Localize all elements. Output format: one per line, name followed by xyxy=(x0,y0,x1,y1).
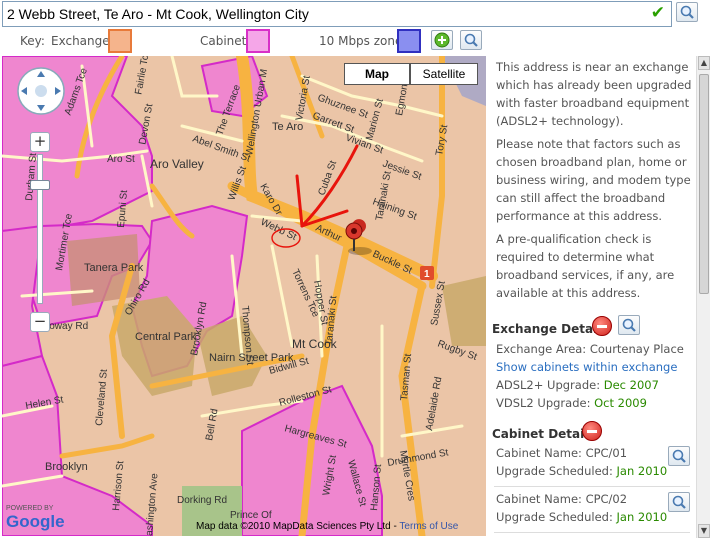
cabinet-name-label: Cabinet Name: xyxy=(496,492,582,506)
zone-swatch xyxy=(397,29,421,53)
terms-of-use-link[interactable]: Terms of Use xyxy=(399,521,458,532)
cabinet-divider xyxy=(494,486,690,487)
exchange-area-label: Exchange Area: xyxy=(496,342,587,356)
vdsl-upgrade: VDSL2 Upgrade: Oct 2009 xyxy=(496,396,647,410)
exchange-swatch xyxy=(108,29,132,53)
scroll-up-arrow-icon[interactable]: ▲ xyxy=(698,56,710,70)
map-label: Aro St xyxy=(107,154,135,165)
powered-by-label: POWERED BY xyxy=(6,505,54,512)
map-type-satellite-button[interactable]: Satellite xyxy=(410,63,478,85)
zoom-slider-handle[interactable] xyxy=(30,180,50,190)
google-wordmark: Google xyxy=(6,512,65,531)
cabinet-upgrade-value: Jan 2010 xyxy=(616,510,668,524)
intro-paragraph-3: A pre-qualification check is required to… xyxy=(496,232,675,300)
cabinet-name-value: CPC/01 xyxy=(585,446,628,460)
adsl-upgrade: ADSL2+ Upgrade: Dec 2007 xyxy=(496,378,659,392)
adsl-upgrade-label: ADSL2+ Upgrade: xyxy=(496,378,601,392)
cabinet-upgrade-value: Jan 2010 xyxy=(616,464,668,478)
address-value[interactable]: 2 Webb Street, Te Aro - Mt Cook, Welling… xyxy=(7,6,309,22)
info-panel: This address is near an exchange which h… xyxy=(490,56,696,538)
cabinet-swatch xyxy=(246,29,270,53)
key-zone-label: 10 Mbps zone xyxy=(319,34,403,48)
zoom-exchange-button[interactable] xyxy=(618,315,640,335)
map-label: Central Park xyxy=(135,331,197,343)
zoom-in-button[interactable]: + xyxy=(30,132,50,152)
map-key: Key: Exchange Cabinet 10 Mbps zone xyxy=(0,29,710,55)
show-cabinets-link[interactable]: Show cabinets within exchange xyxy=(496,360,677,374)
key-exchange-label: Exchange xyxy=(51,34,110,48)
pan-icon xyxy=(17,67,65,115)
cabinet-name-value: CPC/02 xyxy=(585,492,628,506)
search-button[interactable] xyxy=(676,2,698,22)
magnifier-icon xyxy=(680,5,694,19)
cabinet-name-label: Cabinet Name: xyxy=(496,446,582,460)
map-label: Te Aro xyxy=(272,121,303,133)
map-view[interactable]: Adams Tce Fairlie Tce Devon St Aro St Ar… xyxy=(2,56,486,536)
plus-icon xyxy=(434,32,450,48)
cabinet-upgrade-label: Upgrade Scheduled: xyxy=(496,510,613,524)
cabinet-upgrade: Upgrade Scheduled: Jan 2010 xyxy=(496,464,667,478)
cabinet-divider xyxy=(494,532,690,533)
map-label: Brooklyn xyxy=(45,461,88,473)
map-label: Mt Cook xyxy=(292,337,338,351)
magnifier-icon xyxy=(622,318,636,332)
cabinet-name: Cabinet Name: CPC/01 xyxy=(496,446,627,460)
adsl-upgrade-value: Dec 2007 xyxy=(603,378,659,392)
route-shield-label: 1 xyxy=(424,269,430,280)
zoom-zone-button[interactable] xyxy=(460,30,482,50)
map-canvas: Adams Tce Fairlie Tce Devon St Aro St Ar… xyxy=(2,56,486,536)
add-zone-button[interactable] xyxy=(431,30,453,50)
map-type-map-button[interactable]: Map xyxy=(344,63,410,85)
cabinet-upgrade-label: Upgrade Scheduled: xyxy=(496,464,613,478)
map-label: Aro Valley xyxy=(150,157,204,171)
zoom-cabinet-button[interactable] xyxy=(668,446,690,466)
google-logo[interactable]: POWERED BY Google xyxy=(6,505,65,532)
cabinet-upgrade: Upgrade Scheduled: Jan 2010 xyxy=(496,510,667,524)
intro-paragraph-1: This address is near an exchange which h… xyxy=(496,60,692,128)
magnifier-icon xyxy=(464,33,478,47)
vdsl-upgrade-label: VDSL2 Upgrade: xyxy=(496,396,591,410)
map-label: Tanera Park xyxy=(84,262,144,274)
zoom-out-button[interactable]: − xyxy=(30,312,50,332)
scrollbar-thumb[interactable] xyxy=(699,74,709,294)
zoom-slider[interactable] xyxy=(37,154,43,304)
remove-exchange-button[interactable] xyxy=(592,316,612,336)
exchange-details-heading: Exchange Details xyxy=(492,322,609,336)
panel-scrollbar[interactable]: ▲ ▼ xyxy=(696,56,710,538)
exchange-area-value: Courtenay Place xyxy=(589,342,684,356)
cabinet-details-heading: Cabinet Details xyxy=(492,427,596,441)
exchange-area: Exchange Area: Courtenay Place xyxy=(496,342,684,356)
pan-control[interactable] xyxy=(16,66,66,116)
cabinet-name: Cabinet Name: CPC/02 xyxy=(496,492,627,506)
magnifier-icon xyxy=(672,449,686,463)
magnifier-icon xyxy=(672,495,686,509)
map-label: Prince Of xyxy=(230,510,272,521)
checkmark-icon: ✔ xyxy=(650,3,665,23)
key-title: Key: xyxy=(20,34,45,48)
remove-cabinet-button[interactable] xyxy=(582,421,602,441)
key-cabinet-label: Cabinet xyxy=(200,34,247,48)
intro-paragraph-2: Please note that factors such as chosen … xyxy=(496,137,691,223)
copyright-text: Map data ©2010 MapData Sciences Pty Ltd … xyxy=(196,521,397,532)
zoom-cabinet-button[interactable] xyxy=(668,492,690,512)
address-input[interactable]: 2 Webb Street, Te Aro - Mt Cook, Welling… xyxy=(2,1,672,27)
map-label: Dorking Rd xyxy=(177,495,227,506)
map-copyright: Map data ©2010 MapData Sciences Pty Ltd … xyxy=(196,521,458,532)
scroll-down-arrow-icon[interactable]: ▼ xyxy=(698,524,710,538)
vdsl-upgrade-value: Oct 2009 xyxy=(594,396,647,410)
